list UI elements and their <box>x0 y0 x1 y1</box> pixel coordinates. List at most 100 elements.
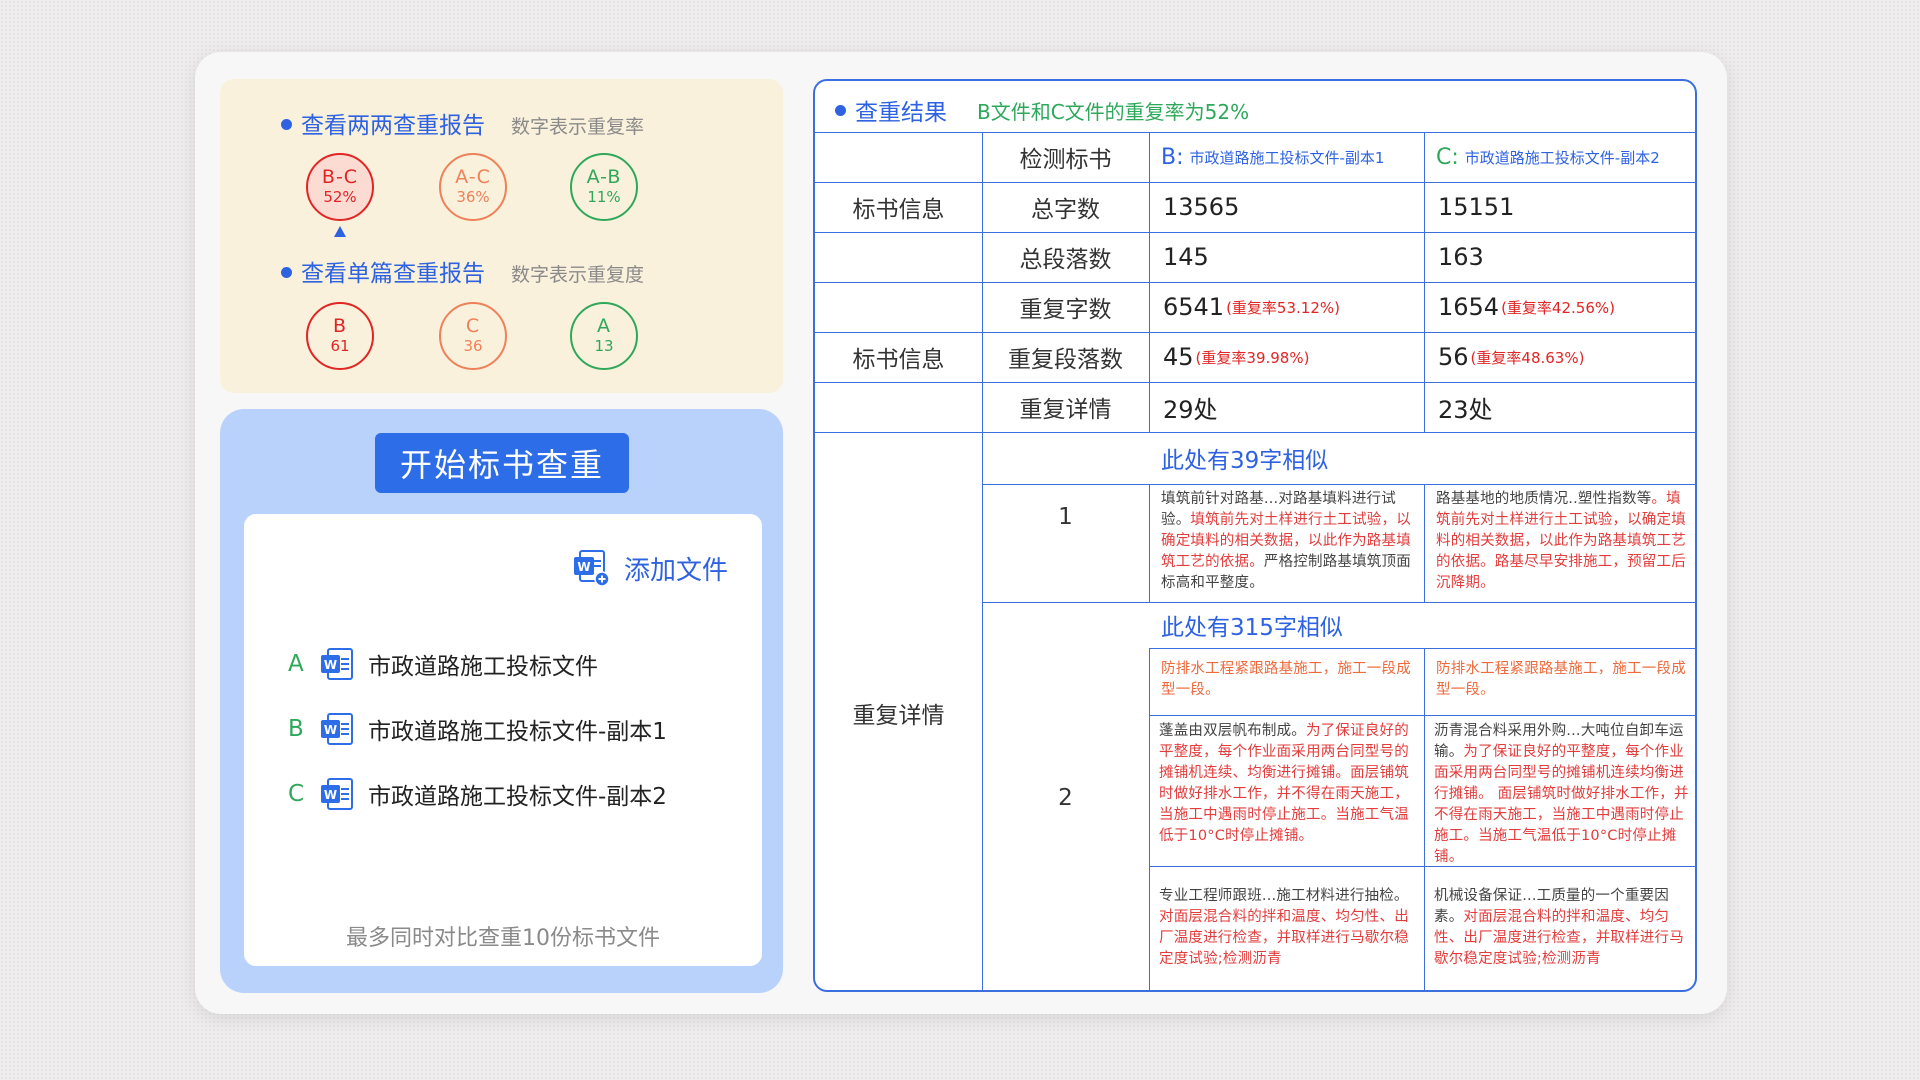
pair-circle-a-b[interactable]: A-B 11% <box>570 153 638 221</box>
match-title[interactable]: 此处有315字相似 <box>1161 602 1695 648</box>
match-snippet-b[interactable]: 填筑前针对路基...对路基填料进行试验。填筑前先对土样进行土工试验，以确定填料的… <box>1161 489 1417 599</box>
total-chars-b: 13565 <box>1163 193 1240 221</box>
add-file-button[interactable]: W 添加文件 <box>572 548 728 588</box>
bullet-dot <box>281 267 292 278</box>
dup-paras-b-rate: (重复率39.98%) <box>1195 348 1310 367</box>
single-circle-label: B <box>332 315 348 337</box>
total-paras-c: 163 <box>1438 243 1484 271</box>
single-section-title: 查看单篇查重报告 数字表示重复度 <box>281 254 644 288</box>
grid-line <box>1149 866 1695 867</box>
file-row-c[interactable]: C W 市政道路施工投标文件-副本2 <box>288 777 667 811</box>
result-header: 查重结果 B文件和C文件的重复率为52% <box>835 93 1249 127</box>
upload-footnote: 最多同时对比查重10份标书文件 <box>346 926 660 951</box>
single-title: 查看单篇查重报告 <box>301 261 485 287</box>
match-snippet-b[interactable]: 蓬盖由双层帆布制成。为了保证良好的平整度，每个作业面采用两台同型号的摊铺机连续、… <box>1159 721 1421 863</box>
pair-circle-a-c[interactable]: A-C 36% <box>439 153 507 221</box>
single-circle-label: C <box>465 315 481 337</box>
word-file-icon: W <box>321 713 353 745</box>
snippet-hit-text: 对面层混合料的拌和温度、均匀性、出厂温度进行检查，并取样进行马歇尔稳定度试验;检… <box>1159 909 1409 967</box>
svg-text:W: W <box>324 723 337 737</box>
doc-b-letter: B: <box>1161 144 1184 170</box>
single-circle-value: 36 <box>463 337 483 355</box>
file-row-a[interactable]: A W 市政道路施工投标文件 <box>288 647 598 681</box>
single-circle-value: 61 <box>330 337 350 355</box>
pair-circle-value: 36% <box>456 188 490 206</box>
match-title[interactable]: 此处有39字相似 <box>1161 432 1695 484</box>
start-check-button[interactable]: 开始标书查重 <box>375 433 629 493</box>
pair-circle-label: A-C <box>455 166 491 188</box>
dup-chars-c: 1654 (重复率42.56%) <box>1438 282 1695 332</box>
total-paras-b: 145 <box>1163 243 1209 271</box>
group-label-info: 标书信息 <box>852 197 945 223</box>
snippet-plain-text: 专业工程师跟班...施工材料进行抽检。 <box>1159 888 1409 904</box>
snippet-hit-text: 为了保证良好的平整度，每个作业面采用两台同型号的摊铺机连续、均衡进行摊铺。面层铺… <box>1159 723 1409 844</box>
single-circle-a[interactable]: A 13 <box>570 302 638 370</box>
pair-circle-b-c[interactable]: B-C 52% <box>306 153 374 221</box>
dup-detail-b: 29处 <box>1163 395 1218 424</box>
col-header-c: C: 市政道路施工投标文件-副本2 <box>1436 132 1695 182</box>
pairwise-section-title: 查看两两查重报告 数字表示重复率 <box>281 106 644 140</box>
snippet-hit-text: 为了保证良好的平整度，每个作业面采用两台同型号的摊铺机连续均衡进行摊铺。 面层铺… <box>1434 744 1689 863</box>
pair-circle-label: A-B <box>586 166 622 188</box>
match-snippet-c[interactable]: 沥青混合料采用外购...大吨位自卸车运输。为了保证良好的平整度，每个作业面采用两… <box>1434 721 1694 863</box>
file-name: 市政道路施工投标文件-副本1 <box>368 719 667 745</box>
word-file-icon: W <box>321 648 353 680</box>
bullet-dot <box>281 119 292 130</box>
bullet-dot <box>835 104 846 116</box>
pair-circle-value: 11% <box>587 188 621 206</box>
dup-paras-c-rate: (重复率48.63%) <box>1470 348 1585 367</box>
dup-chars-b-rate: (重复率53.12%) <box>1226 298 1340 317</box>
grid-line <box>1149 648 1150 990</box>
svg-text:W: W <box>577 560 590 574</box>
grid-line <box>1424 484 1425 602</box>
grid-line <box>1149 484 1150 602</box>
result-summary: B文件和C文件的重复率为52% <box>977 99 1250 124</box>
match-snippet-c[interactable]: 机械设备保证...工质量的一个重要因素。对面层混合料的拌和温度、均匀性、出厂温度… <box>1434 886 1694 976</box>
doc-c-letter: C: <box>1436 144 1459 170</box>
dup-paras-b: 45 (重复率39.98%) <box>1163 332 1424 382</box>
row-label-dup-chars: 重复字数 <box>1019 297 1112 323</box>
total-chars-c: 15151 <box>1438 193 1515 221</box>
single-hint: 数字表示重复度 <box>511 264 645 286</box>
grid-line <box>1149 715 1695 716</box>
grid-line <box>1424 132 1425 432</box>
dup-chars-b: 6541 (重复率53.12%) <box>1163 282 1424 332</box>
match-snippet-c[interactable]: 路基基地的地质情况..塑性指数等。填筑前先对土样进行土工试验，以确定填料的相关数… <box>1436 489 1692 599</box>
file-letter: B <box>288 716 304 742</box>
single-circle-c[interactable]: C 36 <box>439 302 507 370</box>
svg-text:W: W <box>324 788 337 802</box>
match-snippet-b[interactable]: 专业工程师跟班...施工材料进行抽检。对面层混合料的拌和温度、均匀性、出厂温度进… <box>1159 886 1421 976</box>
pair-circle-value: 52% <box>323 188 357 206</box>
file-letter: C <box>288 781 305 807</box>
dup-paras-c-value: 56 <box>1438 343 1469 371</box>
file-name: 市政道路施工投标文件 <box>368 654 598 680</box>
dup-paras-b-value: 45 <box>1163 343 1194 371</box>
file-row-b[interactable]: B W 市政道路施工投标文件-副本1 <box>288 712 667 746</box>
group-label-info: 标书信息 <box>852 347 945 373</box>
doc-b-name: 市政道路施工投标文件-副本1 <box>1189 148 1385 167</box>
pair-circle-label: B-C <box>321 166 359 188</box>
dup-paras-c: 56 (重复率48.63%) <box>1438 332 1695 382</box>
svg-text:W: W <box>324 658 337 672</box>
single-circle-b[interactable]: B 61 <box>306 302 374 370</box>
row-label-total-chars: 总字数 <box>1031 197 1100 223</box>
result-panel: 查重结果 B文件和C文件的重复率为52% 检测标书 B: 市政道路施工投标文件-… <box>813 79 1697 992</box>
word-file-icon: W <box>321 778 353 810</box>
row-label-dup-paras: 重复段落数 <box>1008 347 1123 373</box>
pairwise-title: 查看两两查重报告 <box>301 113 485 139</box>
doc-c-name: 市政道路施工投标文件-副本2 <box>1464 148 1660 167</box>
match-index: 2 <box>1058 785 1073 811</box>
grid-line <box>1149 648 1695 649</box>
match-snippet-c[interactable]: 防排水工程紧跟路基施工，施工一段成型一段。 <box>1436 659 1692 711</box>
word-add-icon: W <box>574 550 610 587</box>
grid-line <box>1424 648 1425 990</box>
single-circle-label: A <box>597 315 611 337</box>
pairwise-hint: 数字表示重复率 <box>511 116 645 138</box>
snippet-hit-text: 对面层混合料的拌和温度、均匀性、出厂温度进行检查，并取样进行马歇尔稳定度试验;检… <box>1434 909 1684 967</box>
row-label-total-paras: 总段落数 <box>1019 247 1112 273</box>
result-title: 查重结果 <box>855 100 947 126</box>
match-snippet-b[interactable]: 防排水工程紧跟路基施工，施工一段成型一段。 <box>1161 659 1417 711</box>
single-circle-value: 13 <box>594 337 614 355</box>
dup-detail-c: 23处 <box>1438 395 1493 424</box>
add-file-label: 添加文件 <box>624 555 729 586</box>
